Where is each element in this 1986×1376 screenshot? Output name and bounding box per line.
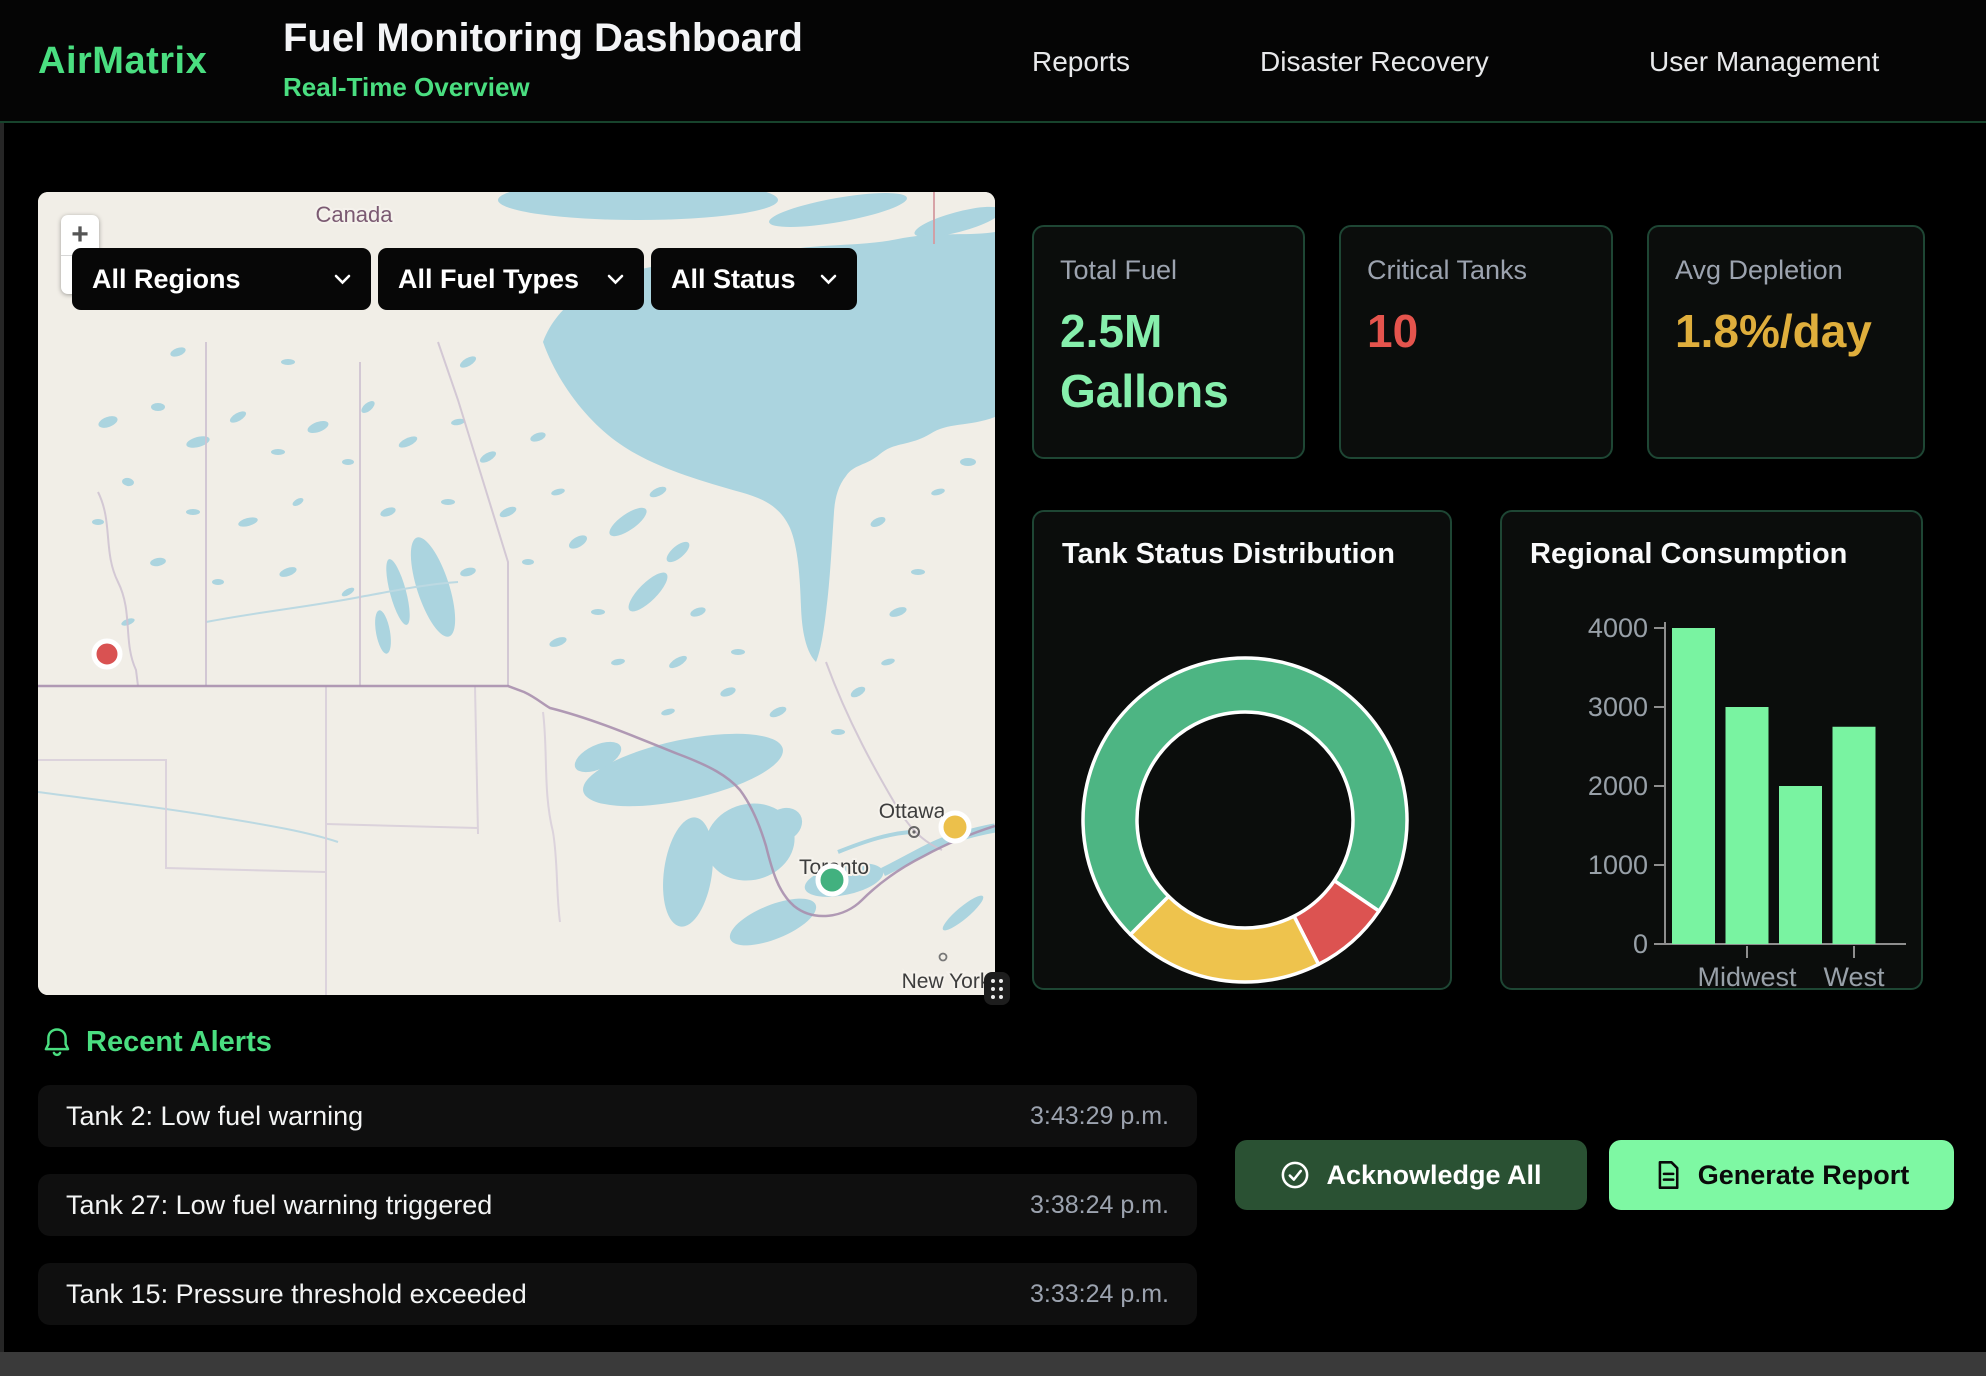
check-circle-icon (1280, 1160, 1310, 1190)
map-label-ottawa: Ottawa (879, 800, 946, 823)
stat-label: Total Fuel (1060, 255, 1277, 286)
page-subtitle: Real-Time Overview (283, 72, 530, 103)
tank-status-donut-chart (1034, 512, 1452, 990)
region-filter-value: All Regions (92, 264, 241, 295)
stat-value: 2.5M Gallons (1060, 302, 1260, 422)
stat-label: Critical Tanks (1367, 255, 1585, 286)
stat-value: 10 (1367, 302, 1567, 362)
alert-text: Tank 27: Low fuel warning triggered (66, 1190, 492, 1221)
map-resize-handle[interactable] (984, 972, 1010, 1005)
svg-text:4000: 4000 (1588, 613, 1648, 643)
svg-text:1000: 1000 (1588, 850, 1648, 880)
acknowledge-all-button[interactable]: Acknowledge All (1235, 1140, 1587, 1210)
tank-marker-warning[interactable] (941, 813, 969, 841)
stat-card-avg-depletion: Avg Depletion 1.8%/​day (1647, 225, 1925, 459)
svg-text:2000: 2000 (1588, 771, 1648, 801)
alert-text: Tank 2: Low fuel warning (66, 1101, 363, 1132)
status-filter-dropdown[interactable]: All Status (651, 248, 857, 310)
dashboard-screen: AirMatrix Fuel Monitoring Dashboard Real… (0, 0, 1986, 1376)
acknowledge-all-label: Acknowledge All (1326, 1160, 1541, 1191)
grip-dots-icon (991, 979, 1003, 999)
status-filter-value: All Status (671, 264, 796, 295)
stat-value: 1.8%/​day (1675, 302, 1875, 362)
generate-report-label: Generate Report (1698, 1160, 1910, 1191)
chevron-down-icon (607, 274, 624, 285)
bell-icon (42, 1027, 72, 1059)
map-panel[interactable]: Canada Ottawa Toronto New York + (38, 192, 995, 995)
app-logo: AirMatrix (38, 40, 207, 83)
alerts-header: Recent Alerts (42, 1026, 272, 1059)
nav-item-disaster-recovery[interactable]: Disaster Recovery (1260, 46, 1489, 78)
regional-consumption-card: Regional Consumption 01000200030004000Mi… (1500, 510, 1923, 990)
svg-text:0: 0 (1633, 929, 1648, 959)
alert-text: Tank 15: Pressure threshold exceeded (66, 1279, 527, 1310)
map-filter-bar: All Regions All Fuel Types All Status (72, 248, 857, 310)
alert-row: Tank 27: Low fuel warning triggered 3:38… (38, 1174, 1197, 1236)
report-document-icon (1654, 1160, 1682, 1190)
svg-text:3000: 3000 (1588, 692, 1648, 722)
header: AirMatrix Fuel Monitoring Dashboard Real… (0, 0, 1986, 123)
alert-row: Tank 2: Low fuel warning 3:43:29 p.m. (38, 1085, 1197, 1147)
stat-card-total-fuel: Total Fuel 2.5M Gallons (1032, 225, 1305, 459)
taskbar (0, 1352, 1986, 1376)
regional-consumption-bar-chart: 0 1000 2000 3000 4000 Midwest West (1502, 512, 1923, 990)
alert-time: 3:43:29 p.m. (1030, 1102, 1169, 1131)
tank-marker-critical[interactable] (94, 641, 120, 667)
map-canvas[interactable]: Canada Ottawa Toronto New York (38, 192, 995, 995)
fuel-type-filter-dropdown[interactable]: All Fuel Types (378, 248, 644, 310)
fuel-type-filter-value: All Fuel Types (398, 264, 579, 295)
nav-item-user-management[interactable]: User Management (1649, 46, 1879, 78)
svg-text:West: West (1823, 962, 1885, 990)
alert-time: 3:33:24 p.m. (1030, 1280, 1169, 1309)
alert-time: 3:38:24 p.m. (1030, 1191, 1169, 1220)
window-edge (0, 0, 4, 1376)
chevron-down-icon (820, 274, 837, 285)
map-label-canada: Canada (315, 202, 393, 227)
alerts-title: Recent Alerts (86, 1026, 272, 1059)
map-label-new-york: New York (902, 970, 991, 993)
tank-marker-normal[interactable] (818, 866, 846, 894)
nav-item-reports[interactable]: Reports (1032, 46, 1130, 78)
svg-text:Midwest: Midwest (1697, 962, 1797, 990)
tank-status-card: Tank Status Distribution (1032, 510, 1452, 990)
page-title: Fuel Monitoring Dashboard (283, 16, 803, 61)
chevron-down-icon (334, 274, 351, 285)
alert-row: Tank 15: Pressure threshold exceeded 3:3… (38, 1263, 1197, 1325)
stat-label: Avg Depletion (1675, 255, 1897, 286)
generate-report-button[interactable]: Generate Report (1609, 1140, 1954, 1210)
region-filter-dropdown[interactable]: All Regions (72, 248, 371, 310)
stat-card-critical-tanks: Critical Tanks 10 (1339, 225, 1613, 459)
